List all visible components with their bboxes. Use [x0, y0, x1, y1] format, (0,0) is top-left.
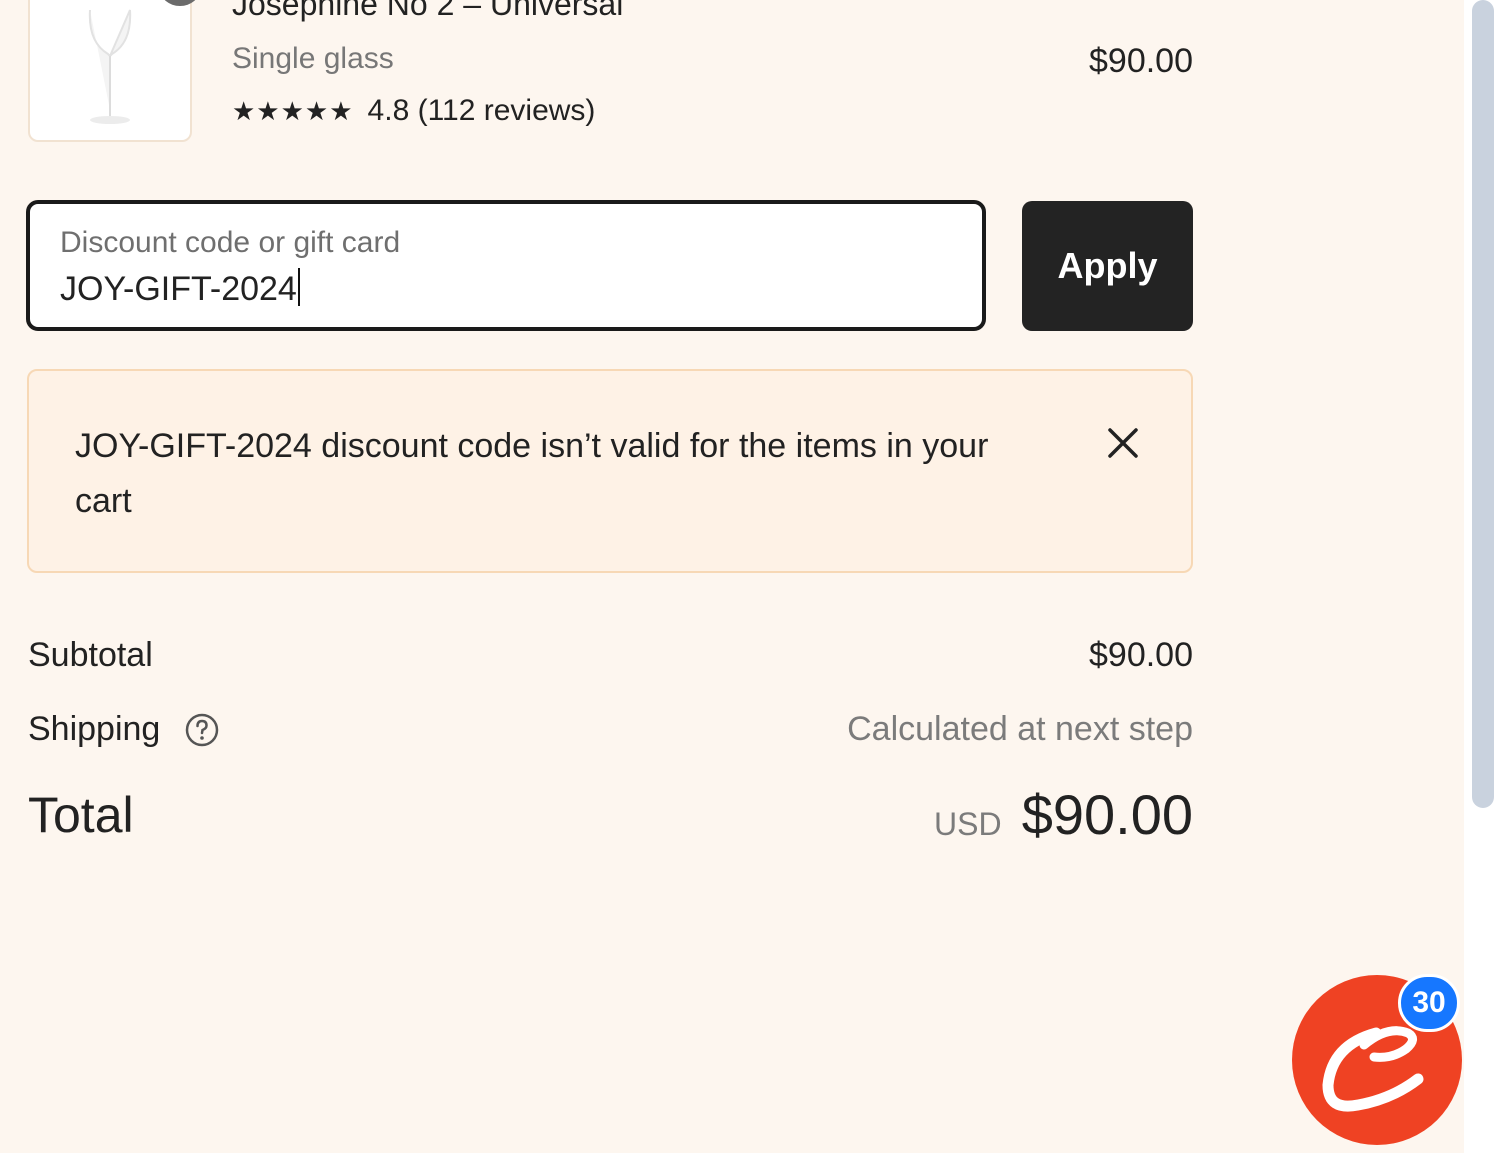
shipping-help-icon[interactable]: [184, 712, 220, 748]
product-price: $90.00: [1089, 42, 1193, 80]
product-rating: ★★★★★ 4.8 (112 reviews): [232, 94, 595, 128]
product-variant: Single glass: [232, 42, 394, 75]
shipping-value: Calculated at next step: [847, 710, 1193, 748]
discount-error-banner: JOY-GIFT-2024 discount code isn’t valid …: [27, 369, 1193, 573]
wine-glass-icon: [88, 9, 132, 124]
discount-code-value: JOY-GIFT-2024: [60, 270, 297, 308]
rating-stars-icon: ★★★★★: [232, 96, 354, 126]
error-message: JOY-GIFT-2024 discount code isn’t valid …: [75, 427, 989, 520]
close-icon: [1108, 428, 1138, 458]
rating-text: 4.8 (112 reviews): [367, 94, 596, 127]
question-circle-icon: [185, 713, 219, 747]
discount-code-field[interactable]: Discount code or gift card JOY-GIFT-2024: [26, 200, 986, 331]
total-label: Total: [28, 787, 134, 843]
subtotal-value: $90.00: [1089, 636, 1193, 674]
total-amount: $90.00: [1021, 783, 1193, 846]
notification-count-badge: 30: [1398, 974, 1460, 1032]
product-thumbnail: [28, 0, 192, 142]
apply-button[interactable]: Apply: [1022, 201, 1193, 331]
discount-code-input[interactable]: JOY-GIFT-2024: [60, 268, 300, 309]
scrollbar-thumb[interactable]: [1472, 0, 1494, 808]
discount-field-label: Discount code or gift card: [60, 226, 401, 259]
text-caret: [297, 268, 300, 306]
shipping-label: Shipping: [28, 710, 161, 748]
close-error-button[interactable]: [1101, 421, 1145, 465]
total-currency: USD: [934, 806, 1002, 842]
product-name: Josephine No 2 – Universal: [232, 0, 624, 22]
subtotal-label: Subtotal: [28, 636, 153, 674]
checkout-order-summary: Josephine No 2 – Universal Single glass …: [0, 0, 1500, 1153]
